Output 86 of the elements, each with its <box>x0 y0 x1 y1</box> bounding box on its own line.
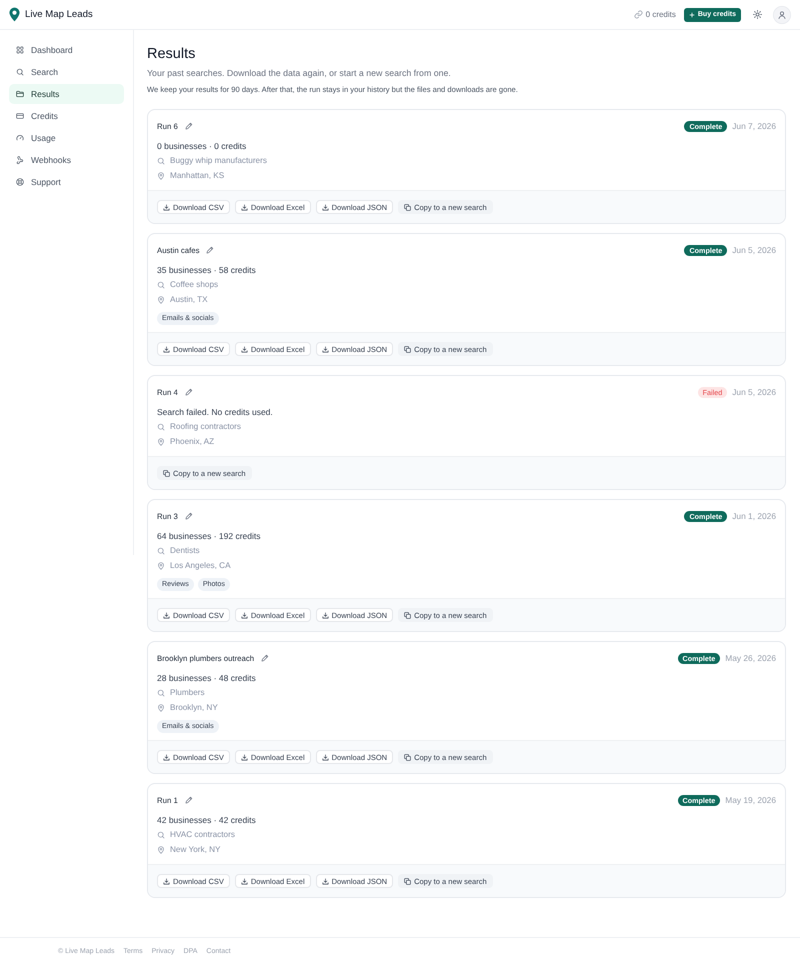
pencil-icon[interactable] <box>184 796 193 804</box>
sidebar-item[interactable]: Dashboard <box>9 40 124 60</box>
search-icon <box>157 156 165 164</box>
pencil-icon[interactable] <box>184 122 193 130</box>
copy-icon <box>163 470 170 476</box>
grid-icon <box>16 46 24 54</box>
search-query: Roofing contractors <box>170 421 241 433</box>
map-pin-icon <box>157 846 165 854</box>
sidebar-item[interactable]: Usage <box>9 128 124 148</box>
map-pin-icon <box>157 438 165 446</box>
sidebar-item[interactable]: Results <box>9 84 124 104</box>
gauge-icon <box>16 134 24 142</box>
search-query: Buggy whip manufacturers <box>170 155 267 167</box>
search-icon <box>157 830 165 838</box>
download-icon <box>163 878 170 884</box>
download-icon <box>322 878 329 884</box>
brand-name: Live Map Leads <box>25 9 93 20</box>
search-icon <box>16 68 24 76</box>
run-date: May 19, 2026 <box>725 795 776 805</box>
search-icon <box>157 280 165 288</box>
credits-balance: 0 credits <box>646 10 676 19</box>
map-pin-icon <box>157 172 165 180</box>
run-date: Jun 7, 2026 <box>732 121 776 131</box>
download-icon <box>163 754 170 760</box>
download-icon <box>240 612 248 618</box>
copy-icon <box>404 612 412 618</box>
run-summary: 35 businesses · 58 credits <box>157 264 257 277</box>
folder-icon <box>16 90 24 98</box>
run-summary: 64 businesses · 192 credits <box>157 530 262 543</box>
page-subtitle: Your past searches. Download the data again, or start a new search from one. <box>147 67 452 80</box>
search-icon <box>157 422 165 430</box>
download-icon <box>163 612 170 618</box>
download-icon <box>163 204 170 210</box>
download-icon <box>240 754 248 760</box>
search-query: Plumbers <box>170 687 205 699</box>
copy-icon <box>404 346 412 352</box>
copy-icon <box>404 754 412 760</box>
location-text: Manhattan, KS <box>170 170 224 182</box>
download-icon <box>322 612 329 618</box>
pencil-icon[interactable] <box>206 246 214 254</box>
search-icon <box>157 688 165 696</box>
pencil-icon[interactable] <box>184 388 193 396</box>
sun-icon[interactable] <box>753 10 762 19</box>
search-icon <box>157 546 165 554</box>
run-date: Jun 5, 2026 <box>732 387 776 397</box>
pin-logo-icon <box>9 7 20 22</box>
sidebar-item[interactable]: Credits <box>9 106 124 126</box>
lifebuoy-icon <box>16 178 24 186</box>
run-date: May 26, 2026 <box>725 653 776 663</box>
plus-icon <box>688 12 695 18</box>
location-text: Brooklyn, NY <box>170 702 218 714</box>
location-text: New York, NY <box>170 844 221 856</box>
sidebar-item[interactable]: Webhooks <box>9 150 124 170</box>
run-summary: 0 businesses · 0 credits <box>157 140 248 153</box>
download-icon <box>322 346 329 352</box>
link-icon <box>634 10 643 19</box>
download-icon <box>322 754 329 760</box>
user-avatar-icon[interactable] <box>773 6 791 24</box>
download-icon <box>322 204 329 210</box>
pencil-icon[interactable] <box>184 512 193 520</box>
download-icon <box>240 346 248 352</box>
search-query: Dentists <box>170 545 200 557</box>
download-icon <box>163 346 170 352</box>
location-text: Phoenix, AZ <box>170 436 214 448</box>
search-query: HVAC contractors <box>170 829 235 841</box>
map-pin-icon <box>157 704 165 712</box>
run-summary: 28 businesses · 48 credits <box>157 672 257 685</box>
copy-icon <box>404 878 412 884</box>
download-icon <box>240 204 248 210</box>
run-date: Jun 5, 2026 <box>732 245 776 255</box>
sidebar-item[interactable]: Support <box>9 172 124 192</box>
pencil-icon[interactable] <box>261 654 270 662</box>
search-query: Coffee shops <box>170 279 218 291</box>
location-text: Los Angeles, CA <box>170 560 231 572</box>
page-title: Results <box>147 45 196 64</box>
map-pin-icon <box>157 296 165 304</box>
run-date: Jun 1, 2026 <box>732 511 776 521</box>
sidebar-item[interactable]: Search <box>9 62 124 82</box>
copy-icon <box>404 204 412 210</box>
card-icon <box>16 112 24 120</box>
run-summary: 42 businesses · 42 credits <box>157 814 257 827</box>
download-icon <box>240 878 248 884</box>
webhook-icon <box>16 156 24 164</box>
map-pin-icon <box>157 562 165 570</box>
run-summary: Search failed. No credits used. <box>157 406 274 419</box>
location-text: Austin, TX <box>170 294 208 306</box>
